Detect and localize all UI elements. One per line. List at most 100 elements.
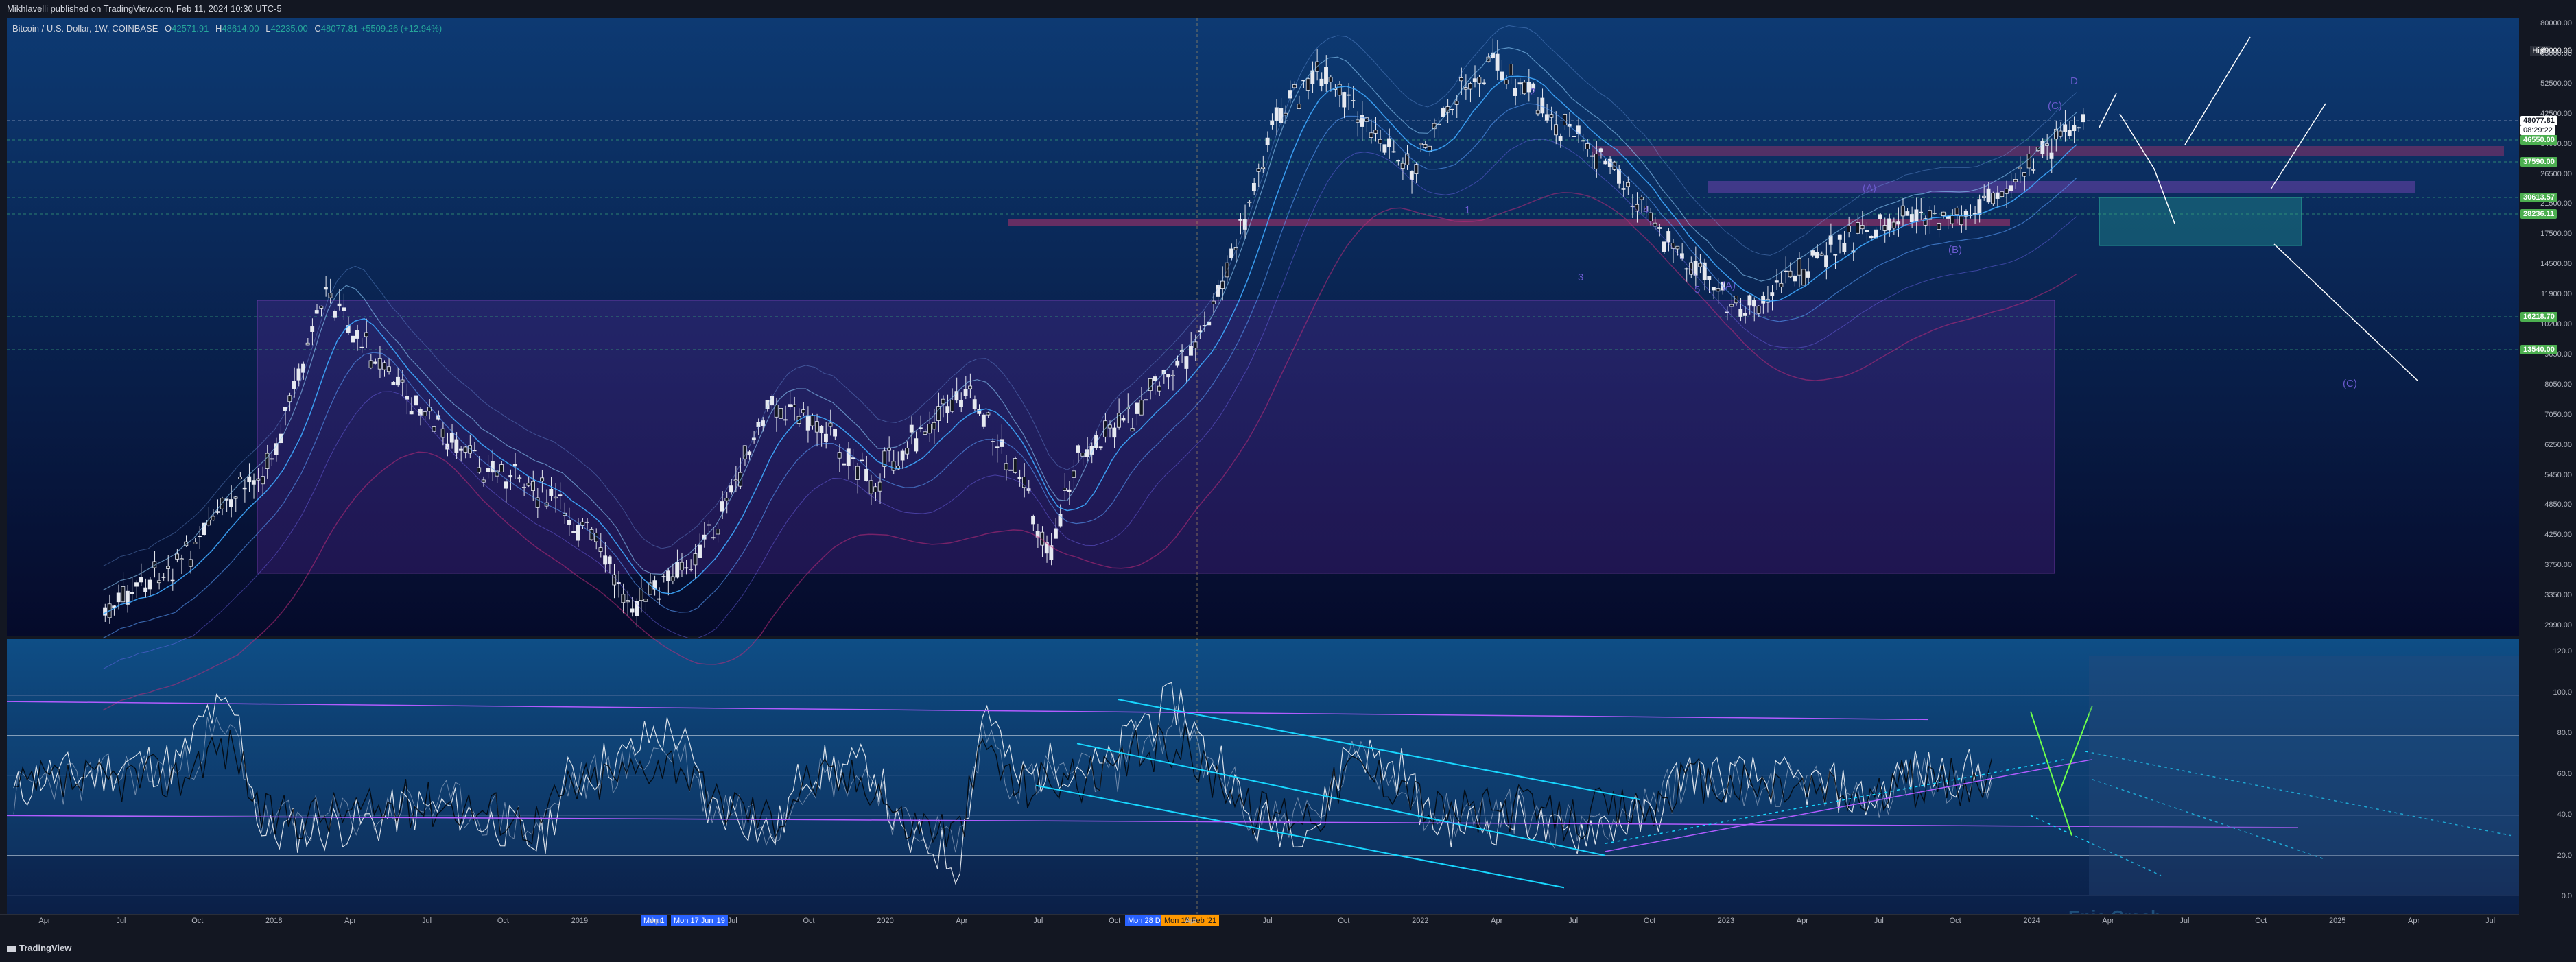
candle-body [1598,148,1603,152]
candle-body [1657,227,1662,229]
candle-body [1067,489,1072,492]
candle-body [724,498,729,501]
candle-body [868,480,873,494]
candle-body [891,461,896,471]
time-axis-label: 2020 [877,917,894,925]
candle-body [1121,418,1126,421]
price-axis-label: 2990.00 [2544,621,2572,629]
wave-label-c: (C) [2048,100,2062,112]
candle-body [526,483,531,486]
candle-body [1369,132,1373,138]
candle-body [1000,439,1004,447]
candle-body [1360,115,1364,127]
candle-body [1856,222,1860,234]
candle-body [1396,160,1401,162]
candle-body [801,409,806,413]
wave-label-a: (A) [1863,182,1876,194]
wave-label-d: D [2070,75,2078,87]
candle-body [377,357,382,370]
candle-body [215,511,220,513]
candle-body [1454,101,1459,105]
candle-body [251,480,256,485]
change-value: +5509.26 (+12.94%) [360,23,442,34]
price-tag: 30613.57 [2520,193,2557,202]
candle-body [314,310,319,314]
price-tag: 13540.00 [2520,345,2557,354]
candle-body [1585,143,1590,149]
price-axis-label: 5450.00 [2544,470,2572,479]
candle-body [1878,214,1882,219]
candle-body [359,346,364,348]
accumulation-zone [257,300,2055,574]
candle-body [193,542,198,544]
candle-body [355,330,359,339]
candle-body [305,342,310,346]
candle-body [1265,137,1270,145]
chart-area[interactable]: Bitcoin / U.S. Dollar, 1W, COINBASE O425… [7,18,2519,928]
candle-body [1793,275,1797,282]
candle-body [373,361,378,364]
candle-body [175,553,180,560]
candle-body [198,536,202,538]
candle-body [1500,71,1504,81]
time-axis-label: Apr [2408,917,2420,925]
candle-body [1504,79,1509,85]
candle-body [567,520,571,525]
time-axis-label: Jul [116,917,126,925]
price-axis[interactable]: High 69000.00 80000.00 65000.00 52500.00 42… [2519,18,2576,636]
candle-body [1707,276,1712,280]
candle-body [1251,182,1256,192]
candle-body [1662,241,1666,252]
countdown-tag: 08:29:22 [2520,125,2555,135]
candle-body [819,426,824,433]
candle-body [810,416,815,426]
candle-body [1063,488,1067,491]
pane-divider [7,636,2519,639]
candle-body [454,439,459,453]
candle-body [1860,225,1865,230]
candle-body [116,592,121,603]
tradingview-logo[interactable]: TradingView [7,943,71,953]
time-tag-blue-3: Mon 28 D [1125,915,1163,926]
candle-body [143,587,148,592]
candle-body [742,445,747,459]
candle-body [1211,300,1216,304]
wave-label-1: 1 [1465,204,1471,216]
candle-body [1833,254,1838,256]
chart-canvas[interactable] [7,18,2519,928]
candle-body [698,544,702,558]
candle-body [1157,385,1161,392]
candle-body [233,496,238,499]
time-axis-label: Apr [2102,917,2114,925]
candle-body [2031,169,2036,171]
candle-body [440,428,445,438]
candle-body [1738,309,1743,317]
symbol-legend[interactable]: Bitcoin / U.S. Dollar, 1W, COINBASE O425… [12,23,442,34]
candle-body [1472,78,1477,82]
candle-body [1784,270,1788,272]
time-axis-label: Oct [191,917,204,925]
time-axis[interactable]: Mon 1 Mon 17 Jun '19 Mon 28 D Mon 15 Feb… [0,914,2519,928]
candle-body [486,468,491,472]
candle-body [310,326,315,332]
symbol-name[interactable]: Bitcoin / U.S. Dollar, 1W, COINBASE [12,23,158,34]
candle-body [1995,192,2000,199]
candle-body [1801,269,1806,286]
candle-body [603,555,608,565]
candle-body [1238,219,1243,221]
candle-body [423,411,427,416]
candle-body [540,477,545,482]
candle-body [512,464,517,467]
time-axis-label: Oct [803,917,815,925]
price-tag: 28236.11 [2520,209,2557,219]
candle-body [1373,130,1378,134]
candle-body [995,446,1000,448]
wave-label-2: 2 [1530,86,1536,98]
candle-body [1378,139,1382,144]
candle-body [1869,235,1874,239]
candle-body [323,287,328,290]
candle-body [1184,356,1189,369]
candle-body [747,451,752,456]
candle-body [738,472,743,487]
oscillator-axis[interactable]: 120.0 100.0 80.0 60.0 40.0 20.0 0.0 [2519,639,2576,928]
